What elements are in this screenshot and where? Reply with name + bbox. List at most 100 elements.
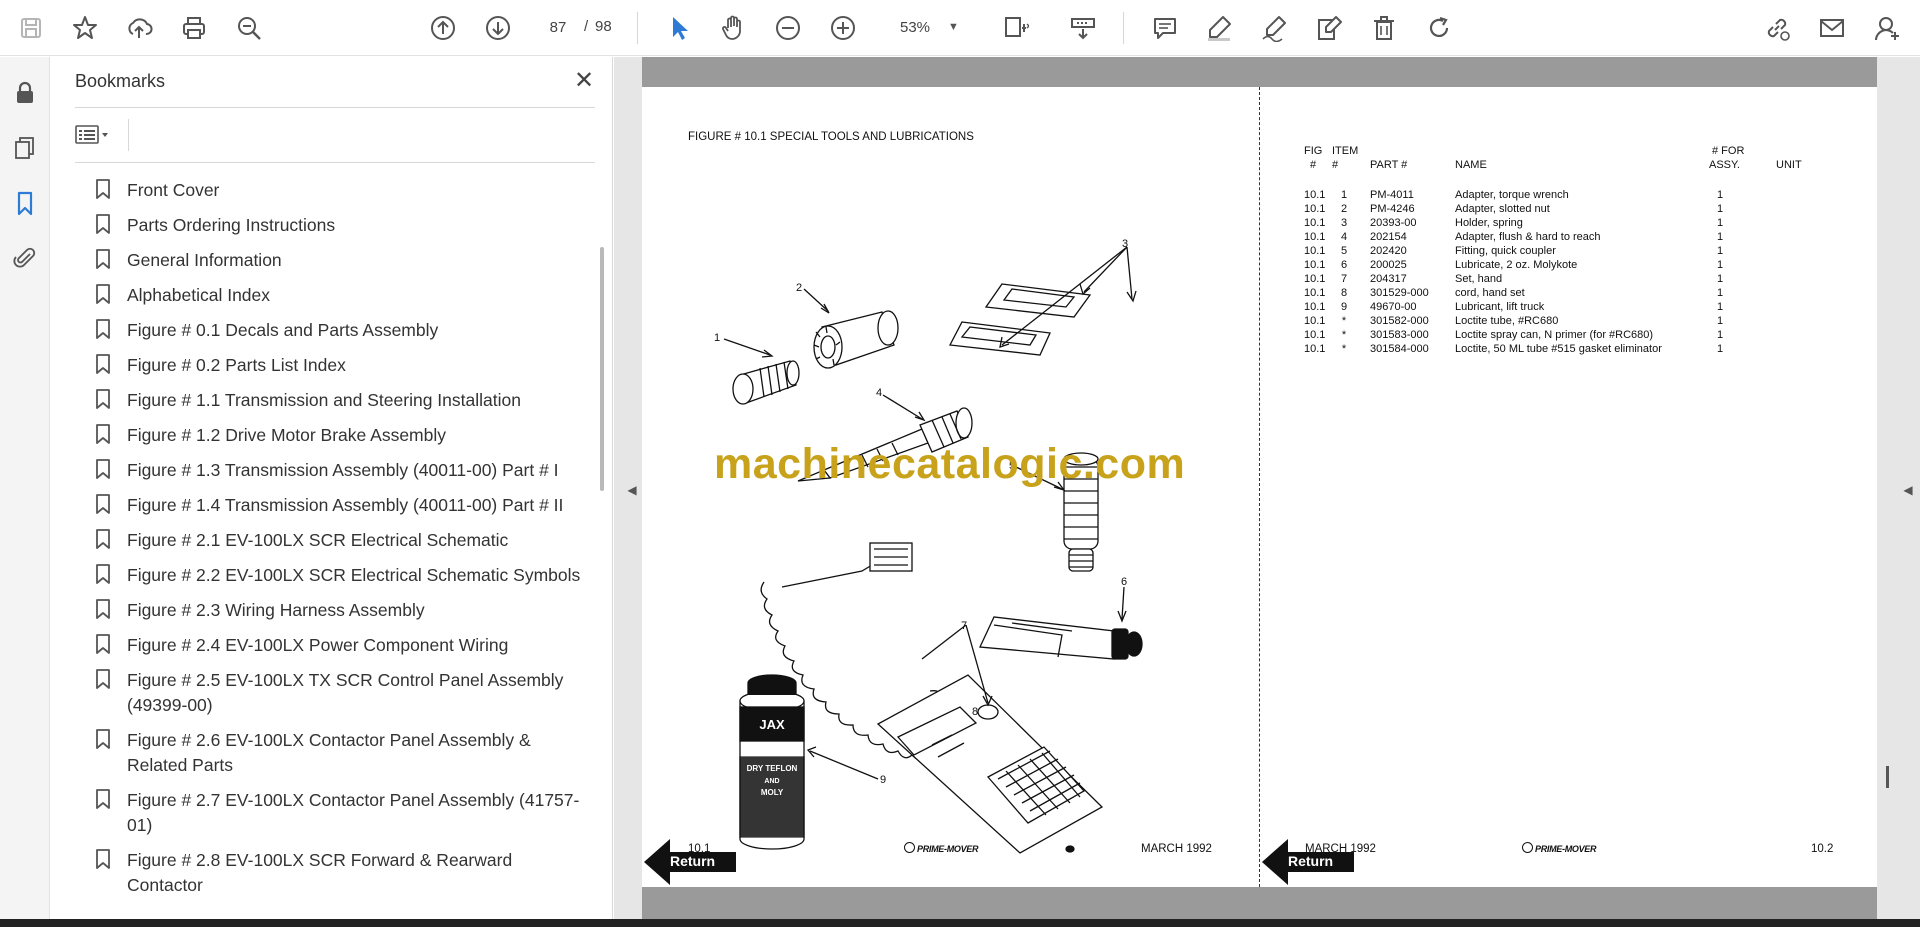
bookmark-item[interactable]: Figure # 0.1 Decals and Parts Assembly (51, 313, 591, 348)
cell-item: 2 (1340, 203, 1348, 215)
cell-fig: 10.1 (1304, 231, 1326, 243)
cell-item: 6 (1340, 259, 1348, 271)
email-icon[interactable] (1813, 9, 1851, 47)
callout-4: 4 (876, 387, 882, 399)
bookmark-label: Figure # 0.2 Parts List Index (127, 355, 346, 375)
highlight-icon[interactable] (1200, 9, 1238, 47)
bookmark-item[interactable]: Figure # 0.2 Parts List Index (51, 348, 591, 383)
prev-page-icon[interactable] (424, 9, 462, 47)
list-options-icon (75, 125, 108, 144)
lock-icon[interactable] (9, 77, 41, 109)
collapse-panel-left-icon[interactable]: ◀ (622, 478, 642, 502)
torque-adapter-drawing (732, 360, 800, 405)
attachment-icon[interactable] (9, 242, 41, 274)
bookmark-item[interactable]: Figure # 2.8 EV-100LX SCR Forward & Rear… (51, 843, 591, 903)
cell-part: 202154 (1370, 231, 1407, 243)
bookmark-icon (96, 599, 110, 619)
cell-item: * (1341, 315, 1347, 327)
cell-name: Loctite tube, #RC680 (1455, 315, 1559, 327)
bookmark-item[interactable]: General Information (51, 243, 591, 278)
jax-can-text: DRY TEFLON (747, 764, 798, 773)
bookmark-item[interactable]: Parts Ordering Instructions (51, 208, 591, 243)
find-icon[interactable] (230, 9, 268, 47)
slotted-nut-adapter-drawing (813, 310, 899, 369)
bookmark-label: General Information (127, 250, 282, 270)
bookmark-icon (96, 284, 110, 304)
bookmark-item[interactable]: Figure # 1.2 Drive Motor Brake Assembly (51, 418, 591, 453)
bookmarks-icon[interactable] (9, 187, 41, 219)
rotate-icon[interactable] (1420, 9, 1458, 47)
print-icon[interactable] (175, 9, 213, 47)
share-link-icon[interactable] (1758, 9, 1796, 47)
bookmark-item[interactable]: Figure # 2.1 EV-100LX SCR Electrical Sch… (51, 523, 591, 558)
cell-name: Adapter, flush & hard to reach (1455, 231, 1601, 243)
figure-title: FIGURE # 10.1 SPECIAL TOOLS AND LUBRICAT… (688, 131, 974, 143)
cell-name: Fitting, quick coupler (1455, 245, 1556, 257)
jax-can-text: AND (764, 778, 779, 785)
jax-can-text: MOLY (761, 788, 784, 797)
bookmark-item[interactable]: Figure # 2.5 EV-100LX TX SCR Control Pan… (51, 663, 591, 723)
comment-icon[interactable] (1146, 9, 1184, 47)
document-scrollbar-thumb[interactable] (1886, 766, 1889, 788)
bookmark-star-icon[interactable] (66, 9, 104, 47)
bookmark-item[interactable]: Figure # 1.3 Transmission Assembly (4001… (51, 453, 591, 488)
pages-icon[interactable] (9, 132, 41, 164)
callout-2: 2 (796, 282, 802, 294)
close-icon[interactable]: ✕ (571, 67, 597, 94)
edit-pdf-icon[interactable] (1310, 9, 1348, 47)
bookmark-item[interactable]: Figure # 2.3 Wiring Harness Assembly (51, 593, 591, 628)
page-date: MARCH 1992 (1141, 843, 1212, 855)
bookmark-icon (96, 634, 110, 654)
bookmark-icon (96, 729, 110, 749)
bookmark-item[interactable]: Figure # 2.7 EV-100LX Contactor Panel As… (51, 783, 591, 843)
cell-part: 49670-00 (1370, 301, 1417, 313)
zoom-select[interactable]: 53% ▼ (884, 11, 974, 43)
bookmark-item[interactable]: Figure # 2.4 EV-100LX Power Component Wi… (51, 628, 591, 663)
zoom-in-icon[interactable] (824, 9, 862, 47)
bookmark-label: Figure # 2.6 EV-100LX Contactor Panel As… (127, 730, 531, 775)
scroll-mode-icon[interactable] (1064, 9, 1102, 47)
cell-item: 4 (1340, 231, 1348, 243)
sign-icon[interactable] (1255, 9, 1293, 47)
hand-pan-icon[interactable] (714, 9, 752, 47)
cell-part: 200025 (1370, 259, 1407, 271)
zoom-value: 53% (900, 18, 931, 36)
zoom-out-icon[interactable] (769, 9, 807, 47)
bookmark-label: Figure # 2.8 EV-100LX SCR Forward & Rear… (127, 850, 513, 895)
upload-icon[interactable] (120, 9, 158, 47)
bookmark-item[interactable]: Figure # 2.2 EV-100LX SCR Electrical Sch… (51, 558, 591, 593)
save-icon[interactable] (12, 9, 50, 47)
bookmark-item[interactable]: Figure # 1.1 Transmission and Steering I… (51, 383, 591, 418)
bookmark-item[interactable]: Figure # 2.6 EV-100LX Contactor Panel As… (51, 723, 591, 783)
bookmark-label: Figure # 2.2 EV-100LX SCR Electrical Sch… (127, 565, 581, 585)
bookmark-item[interactable]: Alphabetical Index (51, 278, 591, 313)
collapse-panel-right-icon[interactable]: ◀ (1898, 478, 1918, 502)
cell-qty: 1 (1716, 287, 1724, 299)
bookmark-label: Figure # 1.3 Transmission Assembly (4001… (127, 460, 559, 480)
bookmark-label: Figure # 2.5 EV-100LX TX SCR Control Pan… (127, 670, 564, 715)
cell-name: Set, hand (1455, 273, 1503, 285)
callout-1: 1 (714, 332, 720, 344)
brand-logo: PRIME-MOVER (904, 842, 979, 854)
bookmark-label: Parts Ordering Instructions (127, 215, 336, 235)
bookmark-icon (96, 669, 110, 689)
bookmark-item[interactable]: Figure # 1.4 Transmission Assembly (4001… (51, 488, 591, 523)
next-page-icon[interactable] (479, 9, 517, 47)
bookmark-item[interactable]: Front Cover (51, 173, 591, 208)
bookmark-icon (96, 459, 110, 479)
bookmark-icon (96, 789, 110, 809)
cell-item: * (1341, 343, 1347, 355)
bookmark-icon (96, 214, 110, 234)
bookmark-label: Figure # 2.1 EV-100LX SCR Electrical Sch… (127, 530, 509, 550)
cell-item: 1 (1340, 189, 1348, 201)
bookmark-scrollbar-thumb[interactable] (600, 247, 604, 491)
delete-icon[interactable] (1365, 9, 1403, 47)
fit-page-icon[interactable] (996, 9, 1034, 47)
account-icon[interactable] (1868, 9, 1906, 47)
page-number-input[interactable] (537, 11, 579, 43)
header-item-num: # (1332, 159, 1339, 171)
cell-qty: 1 (1716, 315, 1724, 327)
bookmark-options-button[interactable] (75, 120, 121, 150)
select-cursor-icon[interactable] (660, 9, 698, 47)
bookmark-label: Front Cover (127, 180, 220, 200)
